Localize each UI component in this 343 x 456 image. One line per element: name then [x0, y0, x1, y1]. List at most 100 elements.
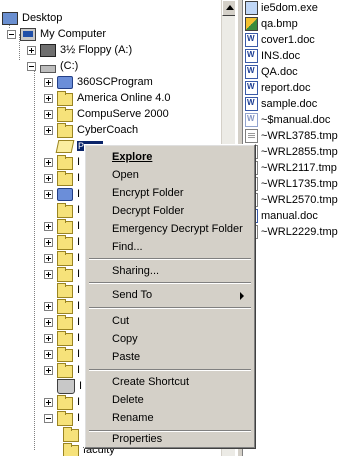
tree-node-folder[interactable]: I — [44, 234, 80, 250]
tree-node-desktop[interactable]: Desktop — [2, 10, 62, 26]
menu-item-label: Cut — [112, 315, 130, 327]
file-list-pane[interactable]: ie5dom.exe qa.bmp cover1.doc INS.doc QA.… — [243, 0, 343, 456]
menu-item-sharing[interactable]: Sharing... — [88, 262, 252, 281]
file-name: ~WRL3785.tmp — [261, 130, 338, 142]
expand-toggle[interactable] — [44, 157, 53, 167]
menu-item-label: Find... — [112, 241, 143, 253]
tree-node-recycle[interactable]: I — [44, 378, 82, 394]
file-item[interactable]: ~$manual.doc — [245, 112, 330, 128]
expand-toggle[interactable] — [44, 189, 53, 199]
tree-node-folder[interactable]: CyberCoach — [44, 122, 138, 138]
tree-node-folder[interactable]: I — [44, 362, 80, 378]
temp-file-icon — [245, 129, 258, 143]
file-item[interactable]: qa.bmp — [245, 16, 298, 32]
tree-node-label: I — [77, 188, 81, 200]
file-item[interactable]: ~WRL2229.tmp — [245, 224, 338, 240]
tree-node-folder[interactable]: I — [44, 202, 80, 218]
folder-icon — [57, 362, 73, 378]
file-item[interactable]: ~WRL1735.tmp — [245, 176, 338, 192]
file-item[interactable]: ~WRL3785.tmp — [245, 128, 338, 144]
tree-node-folder[interactable]: I — [44, 298, 80, 314]
file-item[interactable]: QA.doc — [245, 64, 298, 80]
menu-item-encrypt-folder[interactable]: Encrypt Folder — [88, 184, 252, 203]
tree-node-folder[interactable]: 360SCProgram — [44, 74, 153, 90]
folder-icon — [57, 154, 73, 170]
menu-item-label: Create Shortcut — [112, 376, 190, 388]
file-item[interactable]: cover1.doc — [245, 32, 315, 48]
menu-item-emergency-decrypt[interactable]: Emergency Decrypt Folder — [88, 220, 252, 239]
file-item[interactable]: ~WRL2855.tmp — [245, 144, 338, 160]
expand-toggle[interactable] — [44, 93, 53, 103]
tree-node-folder[interactable]: I — [44, 154, 80, 170]
tree-node-folder[interactable]: I — [44, 250, 80, 266]
tree-node-folder[interactable]: I — [44, 282, 80, 298]
folder-icon — [57, 282, 73, 298]
expand-toggle[interactable] — [44, 77, 53, 87]
folder-icon — [57, 346, 73, 362]
file-name: ~WRL2229.tmp — [261, 226, 338, 238]
menu-item-explore[interactable]: Explore — [88, 148, 252, 167]
folder-icon — [57, 170, 73, 186]
expand-toggle[interactable] — [44, 221, 53, 231]
menu-item-send-to[interactable]: Send To — [88, 286, 252, 305]
computer-icon — [20, 27, 36, 41]
tree-node-folder[interactable]: I — [44, 410, 80, 426]
tree-node-folder[interactable]: I — [44, 218, 80, 234]
menu-item-decrypt-folder[interactable]: Decrypt Folder — [88, 202, 252, 221]
menu-item-copy[interactable]: Copy — [88, 330, 252, 349]
file-item[interactable]: INS.doc — [245, 48, 300, 64]
menu-item-find[interactable]: Find... — [88, 238, 252, 257]
tree-node-folder[interactable]: CompuServe 2000 — [44, 106, 169, 122]
collapse-toggle[interactable] — [44, 413, 53, 423]
expand-toggle[interactable] — [44, 301, 53, 311]
tree-node-label: I — [77, 204, 81, 216]
scroll-up-button[interactable] — [222, 0, 235, 16]
expand-toggle[interactable] — [44, 173, 53, 183]
expand-toggle[interactable] — [44, 365, 53, 375]
file-name: ~$manual.doc — [261, 114, 331, 126]
expand-toggle[interactable] — [44, 109, 53, 119]
menu-item-paste[interactable]: Paste — [88, 348, 252, 367]
tree-node-label: I — [77, 268, 81, 280]
file-name: ~WRL1735.tmp — [261, 178, 338, 190]
bitmap-icon — [245, 17, 258, 31]
folder-icon — [63, 442, 79, 456]
tree-node-floppy[interactable]: 3½ Floppy (A:) — [27, 42, 132, 58]
file-item[interactable]: ~WRL2570.tmp — [245, 192, 338, 208]
tree-node-my-computer[interactable]: My Computer — [7, 26, 106, 42]
tree-node-folder[interactable]: I — [44, 186, 80, 202]
expand-toggle[interactable] — [44, 125, 53, 135]
file-item[interactable]: ie5dom.exe — [245, 0, 318, 16]
tree-node-folder[interactable]: I — [44, 330, 80, 346]
tree-node-folder[interactable]: I — [44, 346, 80, 362]
file-name: ~WRL2117.tmp — [261, 162, 337, 174]
expand-toggle[interactable] — [44, 349, 53, 359]
tree-node-folder[interactable]: ! — [63, 426, 86, 442]
expand-toggle[interactable] — [44, 253, 53, 263]
file-item[interactable]: report.doc — [245, 80, 311, 96]
tree-node-folder[interactable]: I — [44, 314, 80, 330]
open-folder-icon — [55, 139, 75, 153]
file-item[interactable]: sample.doc — [245, 96, 317, 112]
expand-toggle[interactable] — [44, 333, 53, 343]
file-item[interactable]: ~WRL2117.tmp — [245, 160, 337, 176]
menu-item-create-shortcut[interactable]: Create Shortcut — [88, 373, 252, 392]
expand-toggle[interactable] — [44, 397, 53, 407]
menu-item-delete[interactable]: Delete — [88, 391, 252, 410]
menu-item-open[interactable]: Open — [88, 166, 252, 185]
tree-node-folder[interactable]: I — [44, 266, 80, 282]
hard-drive-icon — [40, 65, 56, 73]
collapse-toggle[interactable] — [7, 29, 16, 39]
tree-node-c-drive[interactable]: (C:) — [27, 58, 78, 74]
menu-item-cut[interactable]: Cut — [88, 312, 252, 331]
tree-node-folder[interactable]: I — [44, 170, 80, 186]
expand-toggle[interactable] — [27, 45, 36, 55]
tree-node-folder[interactable]: America Online 4.0 — [44, 90, 171, 106]
expand-toggle[interactable] — [44, 269, 53, 279]
collapse-toggle[interactable] — [27, 61, 36, 71]
menu-item-properties[interactable]: Properties — [88, 430, 252, 449]
expand-toggle[interactable] — [44, 317, 53, 327]
menu-item-rename[interactable]: Rename — [88, 409, 252, 428]
tree-node-folder[interactable]: I — [44, 394, 80, 410]
expand-toggle[interactable] — [44, 237, 53, 247]
